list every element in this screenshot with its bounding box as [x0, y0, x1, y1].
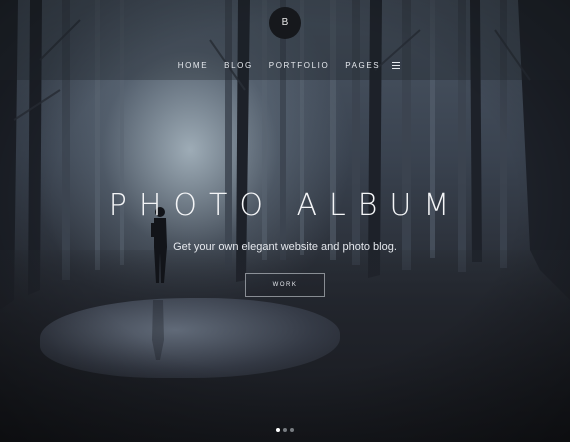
header-bar: B HOME BLOG PORTFOLIO PAGES [0, 0, 570, 80]
slider-dot-1[interactable] [276, 428, 280, 432]
hamburger-icon[interactable] [392, 61, 401, 69]
nav-item-blog[interactable]: BLOG [224, 61, 253, 70]
slider-dot-3[interactable] [290, 428, 294, 432]
nav-item-portfolio[interactable]: PORTFOLIO [269, 61, 329, 70]
main-nav: HOME BLOG PORTFOLIO PAGES [0, 58, 570, 72]
slider-pagination [0, 428, 570, 432]
hero-subtitle: Get your own elegant website and photo b… [173, 241, 397, 253]
nav-item-home[interactable]: HOME [178, 61, 208, 70]
hero-title: PHOTO ALBUM [108, 188, 462, 223]
nav-item-pages[interactable]: PAGES [345, 61, 380, 70]
logo[interactable]: B [269, 7, 301, 39]
work-button[interactable]: WORK [245, 273, 325, 297]
slider-dot-2[interactable] [283, 428, 287, 432]
